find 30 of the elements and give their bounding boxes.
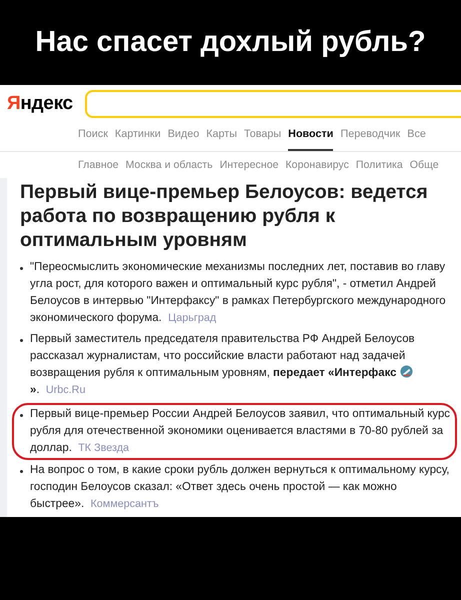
category-link[interactable]: Коронавирус xyxy=(286,159,349,171)
nav-tab[interactable]: Все xyxy=(407,128,426,151)
news-text: Первый заместитель председателя правительства РФ Андрей Белоусов рассказал журналистам, что российские власти работают над задачей возвращения рубля к оптимальным уровням, передает «Интерфакс ». Urbc.Ru xyxy=(30,332,416,398)
category-link[interactable]: Интересное xyxy=(220,159,278,171)
news-text: "Переосмыслить экономические механизмы последних лет, поставив во главу угла рост, для которого важен и оптимальный курс рубля", - отметил Андрей Белоусов в интервью "Интерфаксу" в рамках Петербургского международного экономического форума. Царьград xyxy=(30,260,447,326)
news-text: Первый вице-премьер России Андрей Белоусов заявил, что оптимальный курс рубля для отечественной экономики оценивается властями в 70-80 рублей за доллар. ТК Звезда xyxy=(30,407,451,456)
headline: Первый вице-премьер Белоусов: ведется работа по возвращению рубля к оптимальным уровням xyxy=(20,180,429,252)
source-link[interactable]: Царьград xyxy=(168,312,216,324)
source-link[interactable]: ТК Звезда xyxy=(78,442,130,454)
nav-tab[interactable]: Поиск xyxy=(78,128,108,151)
bullet-icon xyxy=(20,267,23,270)
nav-tab[interactable]: Товары xyxy=(244,128,282,151)
nav-tab[interactable]: Картинки xyxy=(114,128,161,151)
nav-tab[interactable]: Новости xyxy=(288,128,334,151)
bullet-icon xyxy=(20,470,23,473)
nav-tab[interactable]: Видео xyxy=(168,128,200,151)
source-link[interactable]: Urbc.Ru xyxy=(46,384,86,396)
category-link[interactable]: Москва и область xyxy=(125,159,213,171)
category-link[interactable]: Главное xyxy=(78,159,118,171)
source-link[interactable]: Коммерсантъ xyxy=(90,498,159,510)
bullet-icon xyxy=(20,414,23,417)
news-text: На вопрос о том, в какие сроки рубль должен вернуться к оптимальному курсу, господин Белоусов сказал: «Ответ здесь очень простой — как можно быстрее». Коммерсантъ xyxy=(30,463,450,512)
bullet-icon xyxy=(20,339,23,342)
category-link[interactable]: Политика xyxy=(356,159,403,171)
caption: Нас спасет дохлый рубль? xyxy=(35,26,426,59)
nav-tab[interactable]: Переводчик xyxy=(340,128,400,151)
search-field[interactable] xyxy=(84,90,461,118)
category-link[interactable]: Обще xyxy=(410,159,439,171)
nav-tab[interactable]: Карты xyxy=(206,128,238,151)
logo[interactable]: Яндекс xyxy=(7,93,73,115)
